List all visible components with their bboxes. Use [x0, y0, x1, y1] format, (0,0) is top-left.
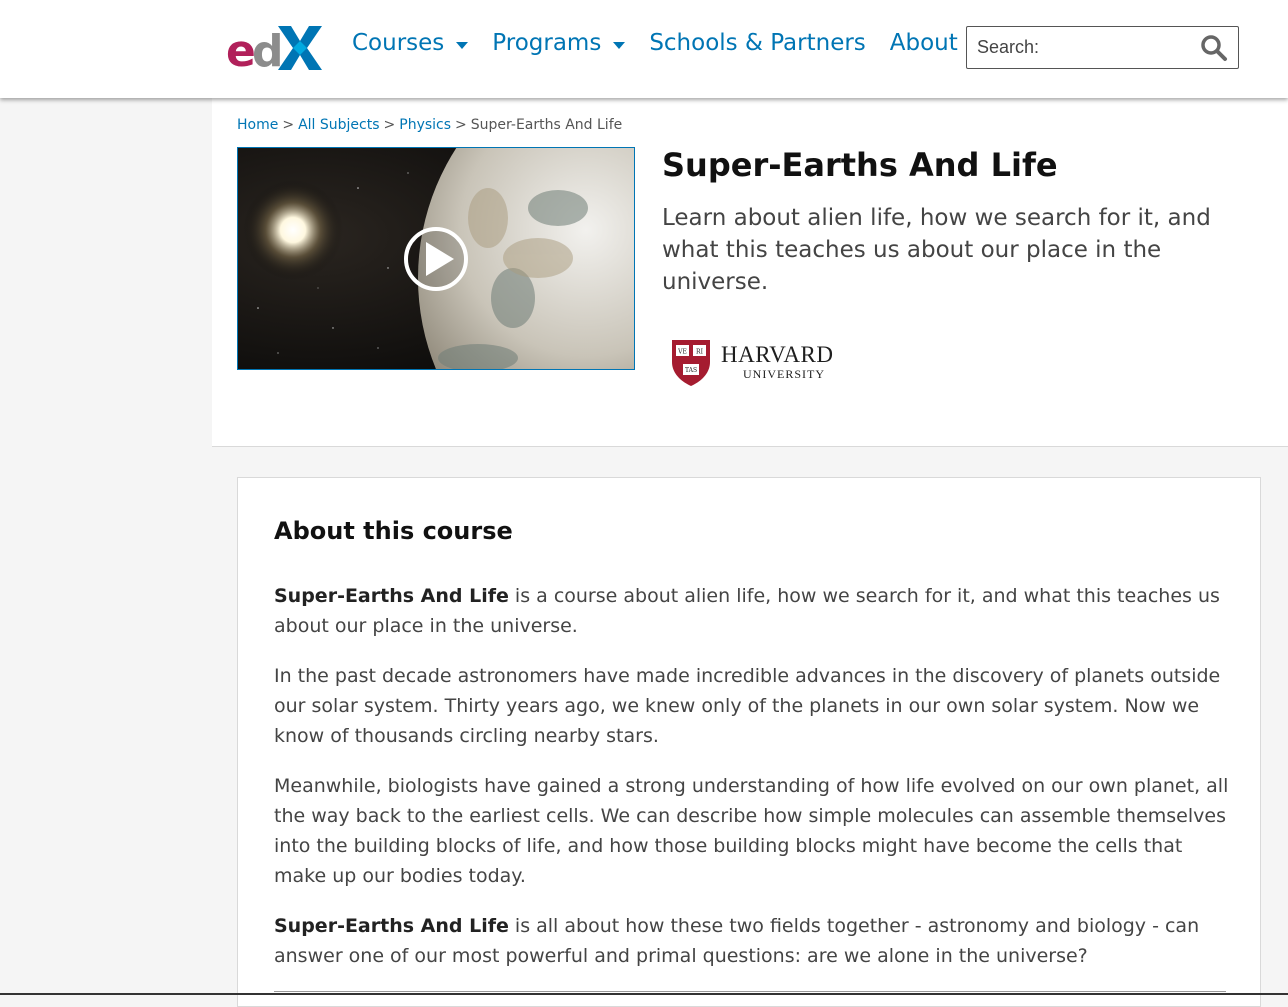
caret-down-icon: [456, 41, 469, 49]
school-logo-harvard[interactable]: VE RI TAS HARVARD UNIVERSITY: [670, 338, 870, 388]
breadcrumb-separator: >: [455, 117, 467, 133]
nav-schools-partners-label: Schools & Partners: [649, 30, 866, 56]
site-header: e d Courses Programs Schools & Partners …: [0, 0, 1288, 98]
nav-courses-label: Courses: [352, 30, 445, 56]
shield-text-ve: VE: [677, 349, 687, 356]
course-name-bold: Super-Earths And Life: [274, 585, 509, 607]
nav-schools-partners[interactable]: Schools & Partners: [649, 30, 865, 56]
about-paragraph: Meanwhile, biologists have gained a stro…: [274, 775, 1229, 887]
about-paragraph: In the past decade astronomers have made…: [274, 665, 1221, 747]
play-icon[interactable]: [404, 227, 468, 291]
breadcrumb: Home > All Subjects > Physics > Super-Earths A…: [237, 117, 622, 133]
caret-down-icon: [613, 41, 626, 49]
nav-about-label: About: [889, 30, 958, 56]
nav-programs-label: Programs: [492, 30, 602, 56]
about-paragraph: Super-Earths And Life is all about how t…: [274, 911, 1234, 971]
harvard-name: HARVARD: [721, 342, 833, 367]
nav-programs[interactable]: Programs: [492, 30, 626, 56]
about-description: Super-Earths And Life is a course about …: [274, 581, 1234, 991]
breadcrumb-current: Super-Earths And Life: [470, 117, 623, 133]
course-title: Super-Earths And Life: [662, 146, 1058, 184]
video-thumbnail: [238, 148, 634, 369]
divider: [274, 991, 1226, 992]
logo-letter-x: [278, 26, 322, 70]
edx-logo[interactable]: e d: [226, 24, 322, 70]
nav-courses[interactable]: Courses: [352, 30, 469, 56]
course-video[interactable]: [237, 147, 635, 370]
search-icon[interactable]: [1200, 34, 1228, 62]
about-paragraph: Super-Earths And Life is a course about …: [274, 581, 1234, 641]
course-hero: Home > All Subjects > Physics > Super-Earths A…: [212, 98, 1288, 447]
search-input[interactable]: [975, 36, 1199, 59]
search-box: [966, 26, 1239, 69]
shield-text-ri: RI: [696, 349, 704, 356]
shield-text-tas: TAS: [685, 367, 697, 374]
harvard-university: UNIVERSITY: [743, 367, 825, 381]
logo-letter-d: d: [252, 26, 284, 70]
breadcrumb-separator: >: [282, 117, 295, 133]
breadcrumb-all-subjects[interactable]: All Subjects: [298, 117, 379, 133]
course-subtitle: Learn about alien life, how we search fo…: [662, 205, 1211, 295]
main-nav: Courses Programs Schools & Partners Abou…: [352, 30, 1006, 56]
breadcrumb-separator: >: [383, 117, 396, 133]
breadcrumb-physics[interactable]: Physics: [399, 117, 451, 133]
harvard-shield-icon: VE RI TAS HARVARD UNIVERSITY: [672, 340, 833, 386]
breadcrumb-home[interactable]: Home: [237, 117, 278, 133]
course-name-bold: Super-Earths And Life: [274, 915, 509, 937]
about-course-card: About this course Super-Earths And Life …: [237, 477, 1261, 1007]
about-heading: About this course: [274, 517, 513, 545]
